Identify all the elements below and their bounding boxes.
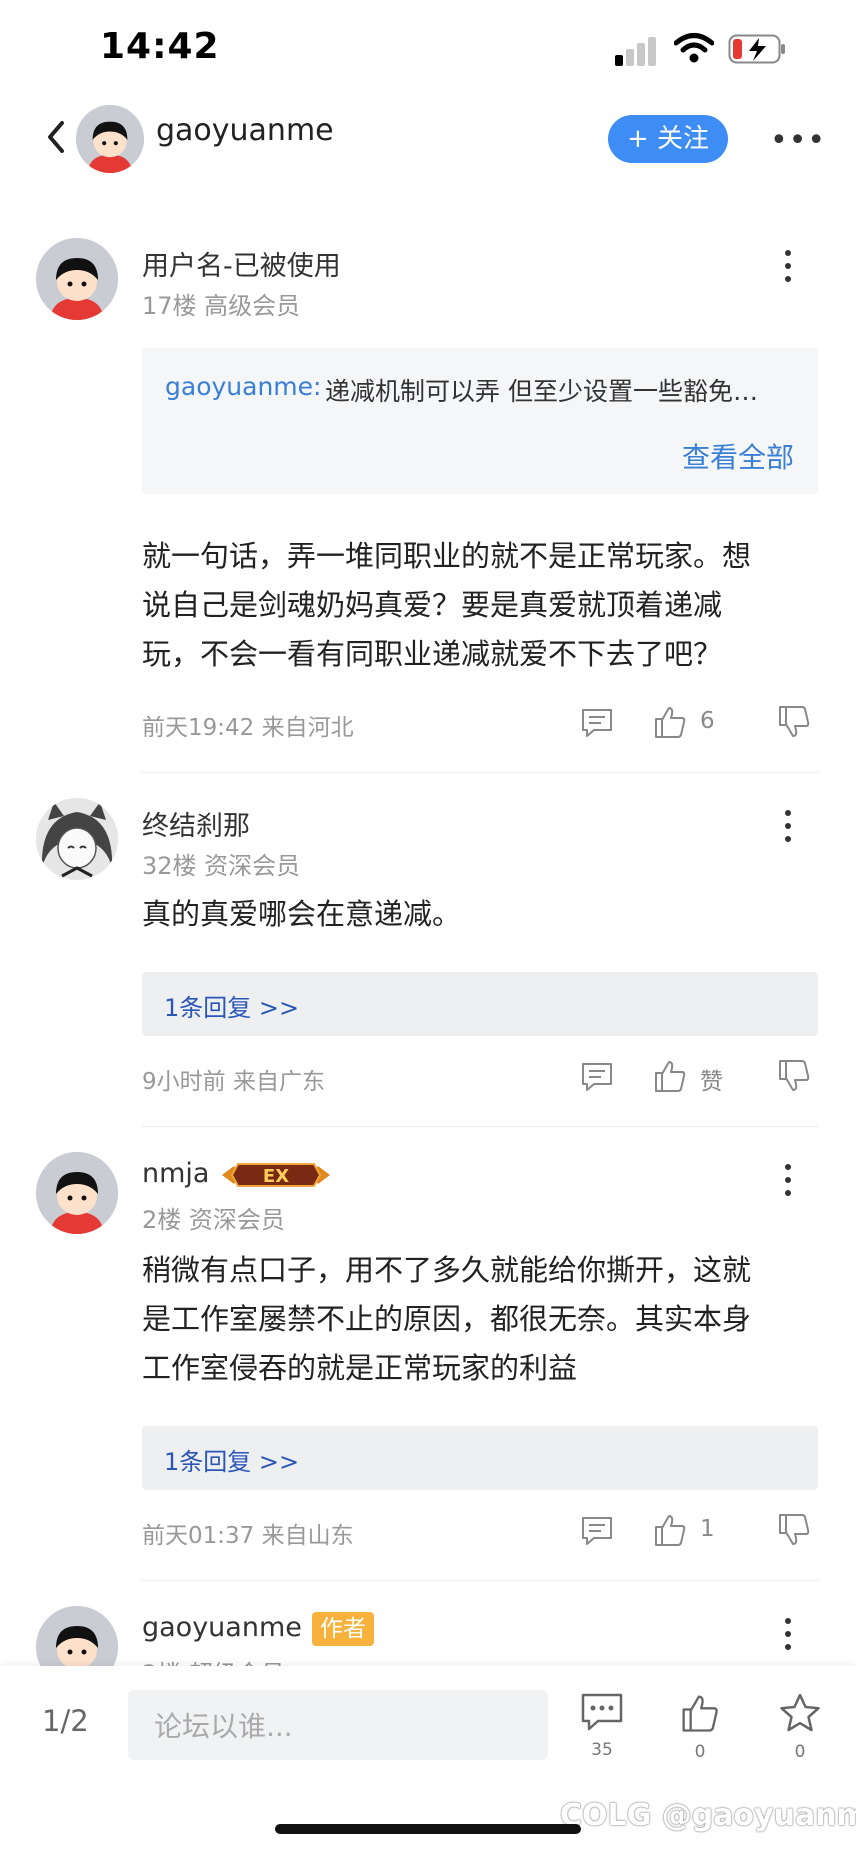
commenter-avatar[interactable] [36,1152,118,1234]
comment-bubble-icon [581,1693,623,1731]
comment-meta: 前天19:42 来自河北 [142,715,354,741]
reply-input-container[interactable] [128,1690,548,1762]
divider [142,1126,818,1127]
replies-link[interactable]: 1条回复 >> [142,972,818,1036]
comment-menu-icon[interactable] [782,810,794,850]
status-bar: 14:42 [0,0,856,95]
author-tag: 作者 [312,1612,374,1646]
divider [142,1580,818,1581]
comment-item: 终结刹那 32楼 资深会员 真的真爱哪会在意递减。 1条回复 >> 9小时前 来… [0,798,856,1138]
favorite-button[interactable]: 0 [770,1692,830,1762]
quote-text: 递减机制可以弄 但至少设置一些豁免… [325,377,758,406]
comment-meta: 9小时前 来自广东 [142,1069,325,1095]
user-avatar[interactable] [76,105,144,173]
comment-menu-icon[interactable] [782,250,794,290]
floor-level: 3楼 超级会员 [142,1654,285,1666]
signal-icon [615,36,659,66]
comment-actions: 赞 [580,1058,820,1098]
comment-actions: 6 [580,704,820,744]
page-indicator[interactable]: 1/2 [42,1704,89,1738]
ex-badge-icon: EX [222,1163,330,1187]
like-count: 1 [700,1516,715,1542]
comment-text: 稍微有点口子，用不了多久就能给你撕开，这就 是工作室屡禁不止的原因，都很无奈。其… [142,1253,752,1385]
replies-count-label[interactable]: 1条回复 >> [164,988,299,1023]
nav-header: gaoyuanme + 关注 ••• [0,95,856,180]
comment-menu-icon[interactable] [782,1164,794,1204]
quoted-reply[interactable]: gaoyuanme: 递减机制可以弄 但至少设置一些豁免… 查看全部 [142,348,818,494]
reply-input[interactable] [152,1690,546,1762]
comment-actions: 1 [580,1512,820,1552]
comments-button[interactable]: 35 [572,1692,632,1760]
like-post-button[interactable]: 0 [670,1692,730,1762]
dislike-icon[interactable] [776,704,812,740]
post-like-count: 0 [694,1742,706,1762]
replies-link[interactable]: 1条回复 >> [142,1426,818,1490]
comment-menu-icon[interactable] [782,1618,794,1658]
like-count: 6 [700,708,715,734]
comment-icon[interactable] [580,1514,614,1548]
floor-level: 2楼 资深会员 [142,1206,285,1234]
battery-icon [728,34,785,64]
comment-text: 就一句话，弄一堆同职业的就不是正常玩家。想 说自己是剑魂奶妈真爱？要是真爱就顶着… [142,539,752,671]
dislike-icon[interactable] [776,1512,812,1548]
commenter-name[interactable]: gaoyuanme [142,1612,302,1643]
star-icon [780,1693,820,1732]
view-all-link[interactable]: 查看全部 [682,436,794,476]
status-time: 14:42 [100,26,220,67]
floor-level: 17楼 高级会员 [142,292,301,320]
quote-author[interactable]: gaoyuanme: [165,372,321,401]
header-username[interactable]: gaoyuanme [156,113,334,148]
svg-text:EX: EX [263,1166,289,1187]
like-icon[interactable] [652,1512,688,1548]
like-icon[interactable] [652,1058,688,1094]
comment-item: gaoyuanme 作者 3楼 超级会员 [0,1606,856,1666]
comment-icon[interactable] [580,1060,614,1094]
more-options-icon[interactable]: ••• [770,123,826,158]
back-chevron-icon[interactable] [44,117,68,157]
floor-level: 32楼 资深会员 [142,852,301,880]
like-icon[interactable] [652,704,688,740]
commenter-name[interactable]: nmja [142,1158,209,1189]
bottom-action-bar: 1/2 35 0 0 COLG @gaoyuanme [0,1666,856,1852]
dislike-icon[interactable] [776,1058,812,1094]
commenter-name[interactable]: 终结刹那 [142,804,250,843]
comment-icon[interactable] [580,706,614,740]
follow-button[interactable]: + 关注 [608,115,728,163]
commenter-avatar[interactable] [36,798,118,880]
comment-meta: 前天01:37 来自山东 [142,1523,354,1549]
commenter-avatar[interactable] [36,238,118,320]
comment-item: nmja EX 2楼 资深会员 稍微有点口子，用不了多久就能给你撕开，这就 是工… [0,1152,856,1592]
comment-text: 真的真爱哪会在意递减。 [142,897,462,931]
like-label: 赞 [700,1069,723,1095]
comment-count: 35 [591,1740,613,1760]
wifi-icon [674,33,714,63]
commenter-name[interactable]: 用户名-已被使用 [142,244,341,283]
favorite-count: 0 [794,1742,806,1762]
thumbs-up-icon [682,1695,718,1732]
watermark: COLG @gaoyuanme [560,1798,856,1833]
replies-count-label[interactable]: 1条回复 >> [164,1442,299,1477]
commenter-avatar[interactable] [36,1606,118,1666]
divider [142,772,818,773]
home-indicator[interactable] [275,1824,581,1834]
comment-item: 用户名-已被使用 17楼 高级会员 gaoyuanme: 递减机制可以弄 但至少… [0,238,856,778]
